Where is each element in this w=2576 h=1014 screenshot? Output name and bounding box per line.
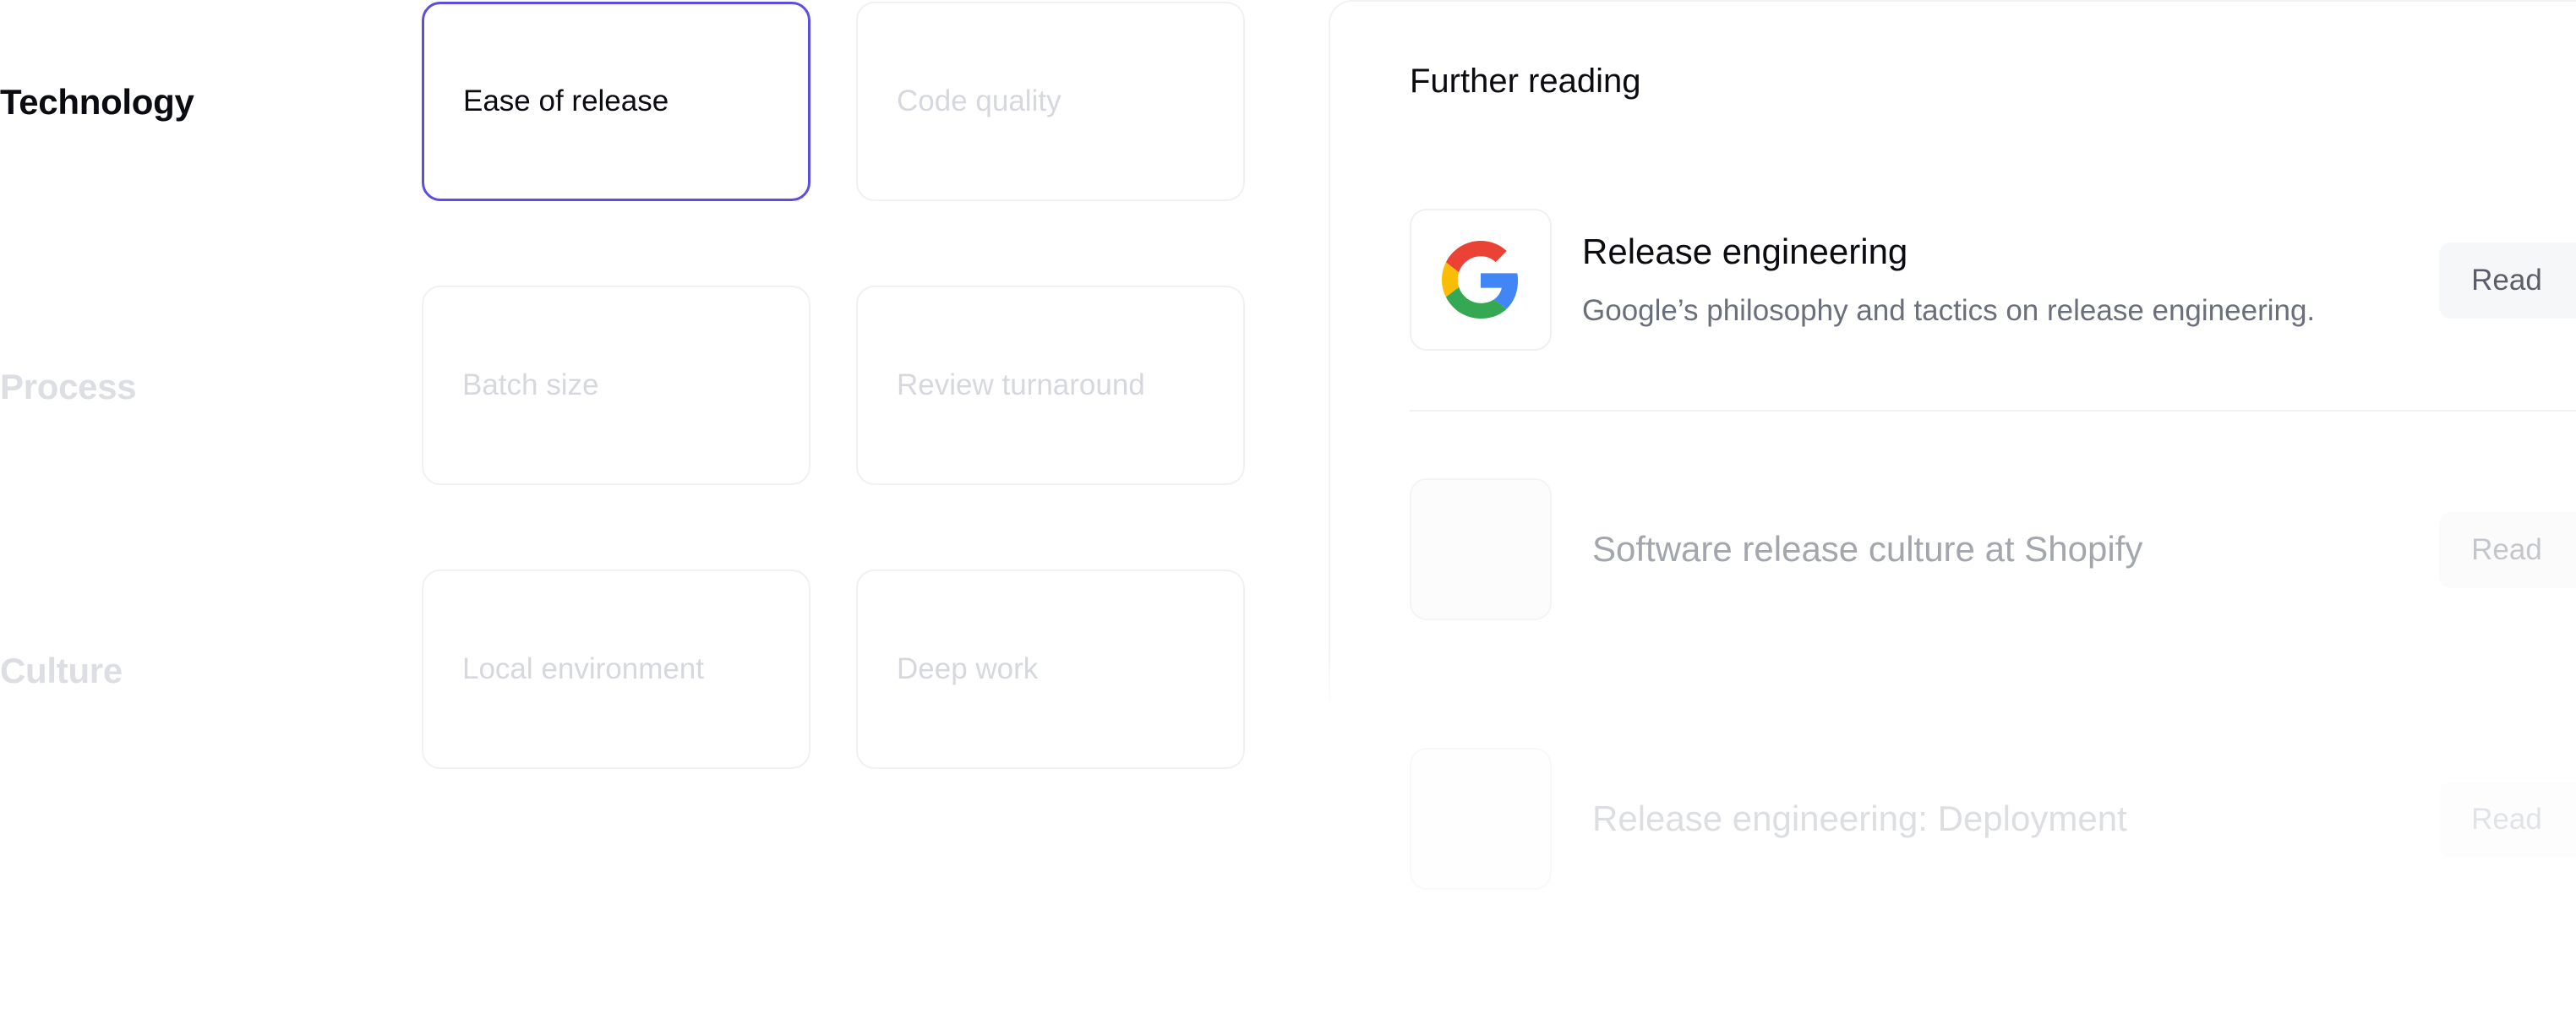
article-logo-container <box>1410 209 1552 351</box>
metric-card-review-turnaround[interactable]: Review turnaround <box>856 286 1245 485</box>
read-button[interactable]: Read <box>2439 782 2576 858</box>
page: Technology Process Culture Ease of relea… <box>0 0 2576 1014</box>
category-technology[interactable]: Technology <box>0 84 194 120</box>
article-title[interactable]: Software release culture at Shopify <box>1592 532 2142 567</box>
article-title[interactable]: Release engineering <box>1582 234 1907 270</box>
category-process[interactable]: Process <box>0 369 137 405</box>
further-reading-title: Further reading <box>1410 63 1641 100</box>
article-title[interactable]: Release engineering: Deployment <box>1592 801 2127 837</box>
metric-card-label: Deep work <box>897 652 1039 685</box>
metric-card-deep-work[interactable]: Deep work <box>856 570 1245 769</box>
read-button[interactable]: Read <box>2439 512 2576 588</box>
article-description: Google’s philosophy and tactics on relea… <box>1582 294 2316 327</box>
google-logo-icon <box>1442 241 1519 319</box>
article-divider <box>1410 410 2576 412</box>
metric-card-label: Code quality <box>897 84 1062 117</box>
metric-card-code-quality[interactable]: Code quality <box>856 2 1245 201</box>
metric-card-ease-of-release[interactable]: Ease of release <box>422 2 810 201</box>
category-culture[interactable]: Culture <box>0 653 123 689</box>
metric-card-label: Review turnaround <box>897 368 1145 401</box>
metric-card-local-environment[interactable]: Local environment <box>422 570 810 769</box>
metric-card-label: Ease of release <box>463 84 669 117</box>
read-button[interactable]: Read <box>2439 243 2576 319</box>
placeholder-logo-icon <box>1410 478 1552 620</box>
metric-card-label: Batch size <box>462 368 599 401</box>
placeholder-logo-icon <box>1410 748 1552 890</box>
panel-fade <box>1318 642 2576 744</box>
metric-card-label: Local environment <box>462 652 704 685</box>
metric-card-batch-size[interactable]: Batch size <box>422 286 810 485</box>
